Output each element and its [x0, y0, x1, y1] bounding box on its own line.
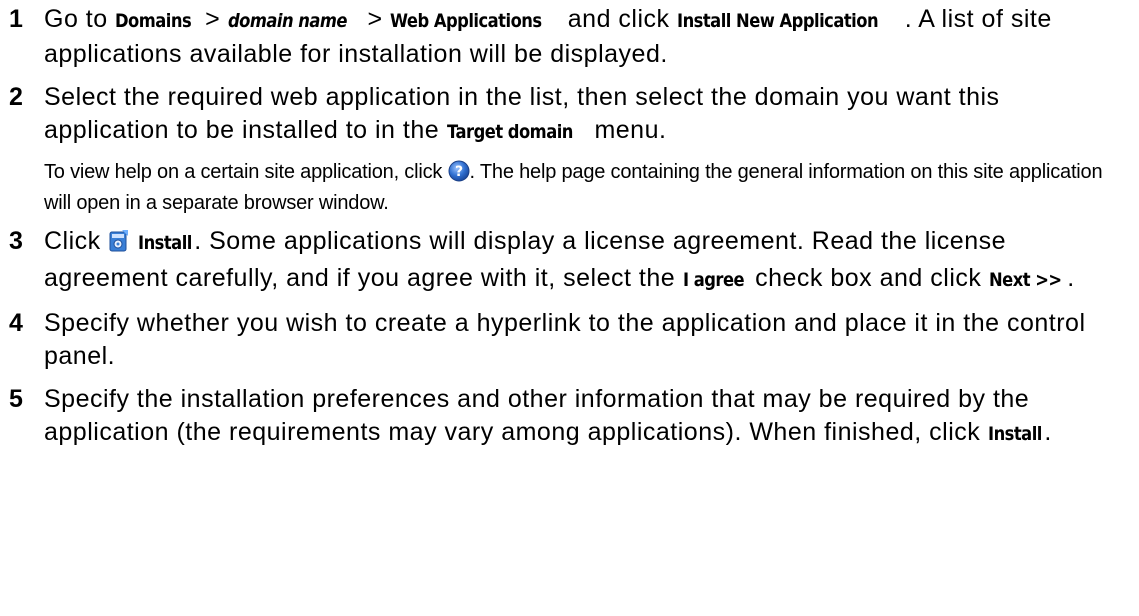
step-2: 2 Select the required web application in… [0, 81, 1139, 149]
step-text: Select the required web application in t… [44, 81, 1139, 149]
step-text: Click Install. Some applications will di… [44, 225, 1139, 297]
ui-term-install-new-application: Install New Application [677, 10, 879, 32]
step-text-part: check box and click [747, 264, 989, 292]
step-number: 5 [9, 385, 24, 413]
step-number: 4 [9, 309, 24, 337]
ui-term-domains: Domains [115, 10, 192, 32]
step-number: 3 [9, 227, 24, 255]
step-text-part: . A list of site applications available … [44, 5, 1052, 68]
step-3: 3 Click Install. Some applications will … [0, 225, 1139, 297]
svg-text:?: ? [455, 164, 463, 180]
step-text: Specify whether you wish to create a hyp… [44, 307, 1139, 373]
step-text-part: > [197, 5, 228, 33]
ui-term-install-final: Install [987, 423, 1042, 445]
step-text-part: Click [44, 227, 109, 255]
step-number: 1 [9, 5, 24, 33]
step-text-part: and click [560, 5, 677, 33]
step-text: Go to Domains > domain name > Web Applic… [44, 3, 1139, 71]
help-question-icon: ? [448, 160, 470, 190]
install-application-icon [108, 229, 130, 262]
note-text-part: To view help on a certain site applicati… [44, 161, 448, 183]
step-5: 5 Specify the installation preferences a… [0, 383, 1139, 451]
step-text-part: > [360, 5, 391, 33]
step-text-part: . [1067, 264, 1075, 292]
instructions-document: 1 Go to Domains > domain name > Web Appl… [0, 0, 1139, 616]
step-text-part: Go to [44, 5, 116, 33]
step-text-part: . [1044, 418, 1052, 446]
ui-term-domain-name: domain name [227, 10, 348, 32]
ui-term-i-agree: I agree [682, 269, 745, 291]
ui-term-next: Next >> [988, 269, 1062, 291]
step-number: 2 [9, 83, 24, 111]
step-text: Specify the installation preferences and… [44, 383, 1139, 451]
step-1: 1 Go to Domains > domain name > Web Appl… [0, 3, 1139, 71]
ui-term-target-domain: Target domain [446, 121, 573, 143]
step-text-part: Specify the installation preferences and… [44, 385, 1030, 446]
ui-term-web-applications: Web Applications [390, 10, 542, 32]
step-text-part: Specify whether you wish to create a hyp… [44, 309, 1086, 370]
ui-term-install: Install [137, 232, 192, 254]
step-4: 4 Specify whether you wish to create a h… [0, 307, 1139, 373]
help-note: To view help on a certain site applicati… [44, 159, 1139, 217]
step-text-part: menu. [587, 116, 667, 144]
